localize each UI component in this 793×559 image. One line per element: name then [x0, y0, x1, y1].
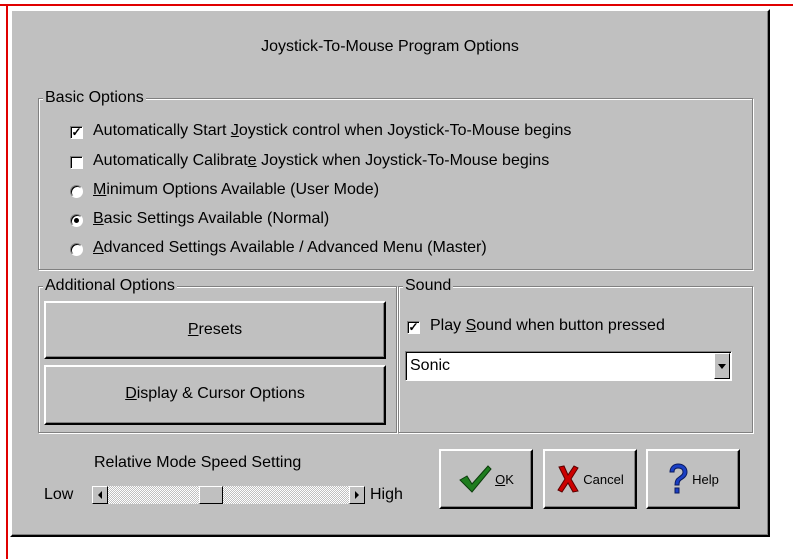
speed-slider-thumb[interactable]: [199, 486, 223, 504]
sound-legend: Sound: [403, 276, 454, 296]
cancel-label: Cancel: [583, 471, 624, 487]
scroll-left-arrow-icon[interactable]: [92, 486, 108, 504]
speed-scrollbar[interactable]: [92, 486, 365, 504]
scroll-right-arrow-icon[interactable]: [349, 486, 365, 504]
options-dialog: Joystick-To-Mouse Program Options Basic …: [10, 9, 770, 537]
red-frame-top-line: [0, 4, 793, 6]
auto-start-label[interactable]: Automatically Start Joystick control whe…: [93, 122, 571, 140]
checkmark-icon: [459, 465, 492, 493]
speed-setting-label: Relative Mode Speed Setting: [94, 454, 302, 471]
auto-calibrate-label[interactable]: Automatically Calibrate Joystick when Jo…: [93, 152, 549, 170]
sound-select-value: Sonic: [410, 357, 451, 374]
auto-start-checkbox[interactable]: ✓: [70, 126, 83, 139]
help-button[interactable]: Help: [646, 449, 740, 509]
auto-calibrate-checkbox[interactable]: [70, 156, 83, 169]
x-mark-icon: [557, 465, 580, 493]
question-mark-icon: [669, 463, 688, 494]
additional-options-legend: Additional Options: [43, 276, 177, 296]
ok-button[interactable]: OK: [439, 449, 533, 509]
speed-low-label: Low: [44, 486, 74, 503]
chevron-down-icon[interactable]: [714, 353, 730, 379]
mode-advanced-label[interactable]: Advanced Settings Available / Advanced M…: [93, 239, 487, 257]
radio-selected-dot: [74, 218, 79, 223]
sound-select[interactable]: Sonic: [405, 351, 732, 381]
play-sound-label[interactable]: Play Sound when button pressed: [430, 317, 665, 335]
mode-minimum-radio[interactable]: [70, 185, 83, 198]
mode-minimum-label[interactable]: Minimum Options Available (User Mode): [93, 181, 379, 199]
help-label: Help: [692, 471, 719, 487]
mode-basic-label[interactable]: Basic Settings Available (Normal): [93, 210, 329, 228]
ok-label: OK: [495, 471, 514, 487]
red-frame-left-line: [6, 4, 8, 559]
presets-button[interactable]: Presets: [44, 301, 386, 359]
dialog-title: Joystick-To-Mouse Program Options: [261, 38, 519, 55]
display-cursor-options-button[interactable]: Display & Cursor Options: [44, 365, 386, 425]
basic-options-legend: Basic Options: [43, 88, 146, 108]
speed-high-label: High: [370, 486, 403, 503]
play-sound-checkbox[interactable]: ✓: [407, 321, 420, 334]
mode-basic-radio[interactable]: [70, 214, 83, 227]
mode-advanced-radio[interactable]: [70, 243, 83, 256]
cancel-button[interactable]: Cancel: [543, 449, 637, 509]
